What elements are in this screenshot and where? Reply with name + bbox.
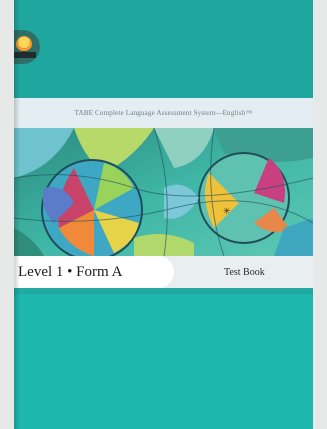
spine-shadow	[14, 0, 20, 429]
title-bar: Level 1 • Form A Test Book	[14, 256, 313, 288]
book-type-label: Test Book	[224, 266, 265, 278]
series-strip: TABE Complete Language Assessment System…	[14, 98, 313, 128]
title-pill: Level 1 • Form A	[14, 256, 174, 288]
series-title: TABE Complete Language Assessment System…	[74, 109, 253, 117]
asterisk-icon: ✳	[223, 207, 231, 217]
level-form-title: Level 1 • Form A	[18, 263, 123, 280]
cover-header-band	[14, 0, 313, 98]
test-book-cover: TABE Complete Language Assessment System…	[14, 0, 313, 429]
cover-artwork: ✳	[14, 128, 313, 256]
cover-lower-panel	[14, 288, 313, 429]
lower-stripe	[14, 288, 313, 294]
